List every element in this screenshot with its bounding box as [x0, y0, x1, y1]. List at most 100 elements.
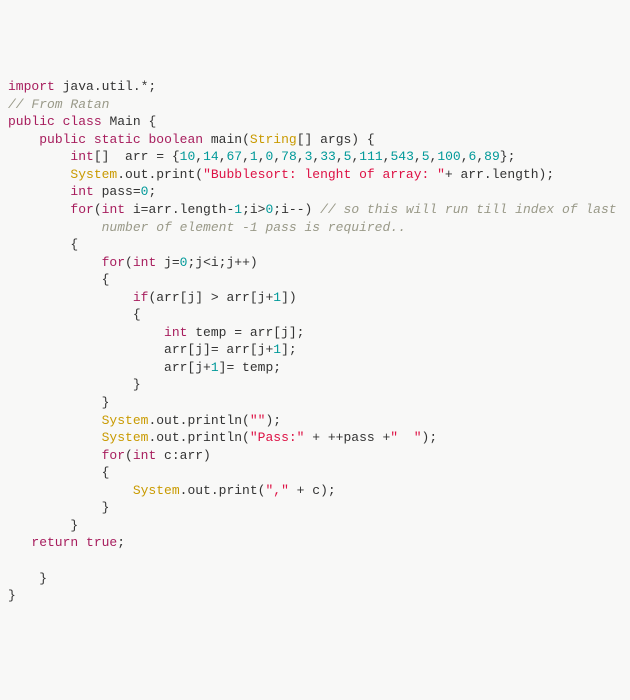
keyword: int [70, 184, 93, 199]
code-text: ]; [281, 342, 297, 357]
code-text: ); [265, 413, 281, 428]
number: 1 [234, 202, 242, 217]
number: 89 [484, 149, 500, 164]
code-text: } [8, 395, 109, 410]
class-name: System [133, 483, 180, 498]
number: 33 [320, 149, 336, 164]
indent [8, 149, 70, 164]
code-block: import java.util.*; // From Ratan public… [8, 78, 622, 604]
code-text: , [461, 149, 469, 164]
code-text: j= [156, 255, 179, 270]
code-text: .out.println( [148, 413, 249, 428]
code-text: , [242, 149, 250, 164]
keyword: int [133, 255, 156, 270]
number: 10 [180, 149, 196, 164]
indent [8, 535, 31, 550]
keyword: static [94, 132, 141, 147]
code-text: , [219, 149, 227, 164]
keyword-import: import [8, 79, 55, 94]
code-text: ; [148, 184, 156, 199]
code-text: [] args) { [297, 132, 375, 147]
indent [8, 202, 70, 217]
keyword: class [63, 114, 102, 129]
keyword: public [39, 132, 86, 147]
indent [8, 483, 133, 498]
code-text: Main { [102, 114, 157, 129]
number: 67 [227, 149, 243, 164]
class-name: System [102, 413, 149, 428]
code-text: }; [500, 149, 516, 164]
code-text: .out.print( [117, 167, 203, 182]
string: "Pass:" [250, 430, 305, 445]
code-text: { [8, 465, 109, 480]
indent [8, 184, 70, 199]
number: 1 [273, 290, 281, 305]
code-text: } [8, 500, 109, 515]
code-text [55, 114, 63, 129]
code-text: + arr.length); [445, 167, 554, 182]
comment: number of element -1 pass is required.. [102, 220, 406, 235]
keyword: int [133, 448, 156, 463]
string: "," [265, 483, 288, 498]
code-text: ;j<i;j++) [187, 255, 257, 270]
string: "Bubblesort: lenght of array: " [203, 167, 445, 182]
code-text: ( [94, 202, 102, 217]
keyword: public [8, 114, 55, 129]
code-text: { [8, 237, 78, 252]
code-text: , [195, 149, 203, 164]
comment: // so this will run till index of last [320, 202, 624, 217]
code-text: { [8, 307, 141, 322]
code-text [78, 535, 86, 550]
indent [8, 448, 102, 463]
keyword: int [102, 202, 125, 217]
number: 100 [437, 149, 460, 164]
indent [8, 290, 133, 305]
code-text: i=arr.length- [125, 202, 234, 217]
code-text: c:arr) [156, 448, 211, 463]
keyword: int [70, 149, 93, 164]
indent [8, 132, 39, 147]
code-text: , [336, 149, 344, 164]
code-text: ( [125, 255, 133, 270]
number: 14 [203, 149, 219, 164]
code-text: , [258, 149, 266, 164]
code-text: , [414, 149, 422, 164]
code-text: ); [422, 430, 438, 445]
code-text: [] arr = { [94, 149, 180, 164]
code-text: + ++pass + [304, 430, 390, 445]
string: "" [250, 413, 266, 428]
indent [8, 325, 164, 340]
class-name: System [102, 430, 149, 445]
code-text: main( [203, 132, 250, 147]
code-text: + c); [289, 483, 336, 498]
keyword: boolean [148, 132, 203, 147]
number: 543 [390, 149, 413, 164]
code-text: } [8, 518, 78, 533]
number: 111 [359, 149, 382, 164]
code-text: , [273, 149, 281, 164]
number: 5 [422, 149, 430, 164]
comment: // From Ratan [8, 97, 109, 112]
keyword: true [86, 535, 117, 550]
class-name: String [250, 132, 297, 147]
string: " " [390, 430, 421, 445]
keyword: for [102, 255, 125, 270]
keyword: for [70, 202, 93, 217]
code-text [86, 132, 94, 147]
code-text: java.util.*; [55, 79, 156, 94]
code-text: arr[j]= arr[j+ [8, 342, 273, 357]
indent [8, 220, 102, 235]
code-text: } [8, 588, 16, 603]
code-text: ]= temp; [219, 360, 281, 375]
indent [8, 167, 70, 182]
indent [8, 430, 102, 445]
code-text: ( [125, 448, 133, 463]
code-text: ]) [281, 290, 297, 305]
code-text: ;i> [242, 202, 265, 217]
keyword: return [31, 535, 78, 550]
number: 1 [211, 360, 219, 375]
code-text: .out.print( [180, 483, 266, 498]
keyword: for [102, 448, 125, 463]
code-text: (arr[j] > arr[j+ [148, 290, 273, 305]
code-text: ;i--) [273, 202, 320, 217]
